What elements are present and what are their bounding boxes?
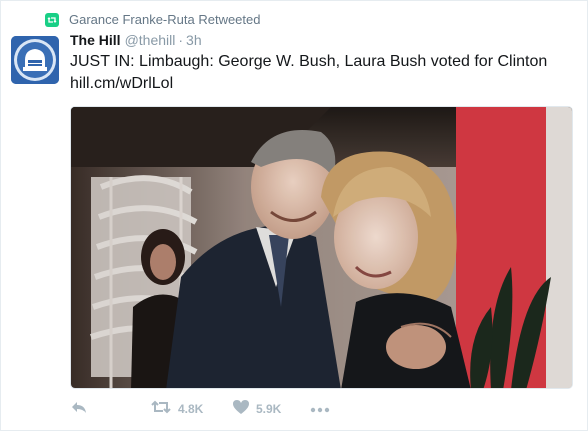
heart-icon bbox=[232, 399, 250, 420]
author-handle[interactable]: @thehill bbox=[125, 32, 176, 48]
retweet-count: 4.8K bbox=[178, 402, 204, 416]
tweet-actions: 4.8K 5.9K bbox=[70, 399, 330, 419]
tweet-header: The Hill @thehill · 3h bbox=[70, 32, 202, 50]
tweet-timestamp[interactable]: 3h bbox=[186, 32, 202, 48]
retweet-badge-icon bbox=[45, 13, 59, 27]
like-count: 5.9K bbox=[256, 402, 282, 416]
retweet-button[interactable]: 4.8K bbox=[150, 399, 203, 419]
tweet-photo[interactable] bbox=[70, 106, 573, 389]
more-icon bbox=[310, 400, 330, 418]
header-separator: · bbox=[178, 32, 184, 48]
retweet-context: Garance Franke-Ruta Retweeted bbox=[45, 11, 260, 29]
retweet-icon bbox=[150, 399, 172, 420]
author-name[interactable]: The Hill bbox=[70, 32, 121, 48]
tweet-card[interactable]: Garance Franke-Ruta Retweeted The Hill @… bbox=[0, 0, 588, 431]
tweet-link[interactable]: hill.cm/wDrlLol bbox=[70, 73, 580, 95]
more-button[interactable] bbox=[310, 399, 330, 419]
reply-button[interactable] bbox=[70, 399, 88, 419]
like-button[interactable]: 5.9K bbox=[232, 399, 281, 419]
the-hill-logo-icon[interactable] bbox=[11, 36, 59, 84]
retweeted-by-link[interactable]: Garance Franke-Ruta Retweeted bbox=[69, 11, 260, 29]
reply-icon bbox=[70, 399, 88, 420]
tweet-body: JUST IN: Limbaugh: George W. Bush, Laura… bbox=[70, 53, 548, 70]
tweet-text: JUST IN: Limbaugh: George W. Bush, Laura… bbox=[70, 51, 580, 95]
